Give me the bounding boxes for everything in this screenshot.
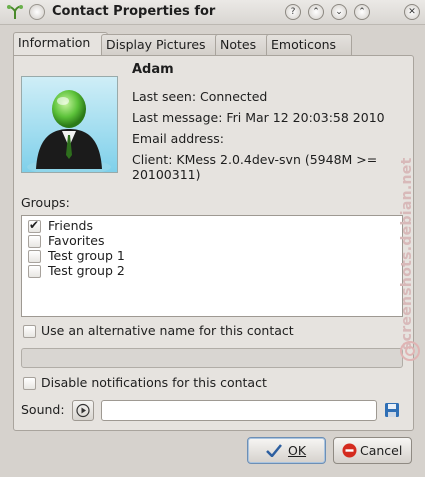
save-icon[interactable] [384,402,400,418]
check-icon [266,444,282,457]
close-button[interactable]: ✕ [404,4,420,20]
friends-checkbox[interactable] [28,218,41,233]
client-text-line2: 20100311) [132,167,201,182]
last-message-text: Last message: Fri Mar 12 20:03:58 2010 [132,110,385,125]
watermark-text: screenshots.debian.net [399,157,415,350]
contact-name: Adam [132,62,174,77]
title-bar: Contact Properties for ? ⌃ ⌄ ⌃ ✕ [0,0,425,25]
ok-label: OK [288,443,307,458]
alt-name-field[interactable] [21,348,403,368]
cancel-label: Cancel [360,443,403,458]
last-seen-text: Last seen: Connected [132,89,268,104]
disable-notifications-checkbox[interactable] [23,377,36,390]
tab-display-pictures[interactable]: Display Pictures [101,34,221,55]
alt-name-label: Use an alternative name for this contact [41,323,294,338]
tab-notes-label: Notes [220,37,257,52]
group-label: Test group 1 [48,248,125,263]
groups-list[interactable]: Friends Favorites Test group 1 Test grou… [21,215,403,317]
ok-button[interactable]: OK [247,437,326,464]
cancel-icon [342,443,357,458]
tab-emoticons[interactable]: Emoticons [266,34,352,55]
sound-label: Sound: [21,402,65,417]
group-label: Friends [48,218,93,233]
maximize-button[interactable]: ⌃ [354,4,370,20]
test-group-1-checkbox[interactable] [28,250,41,263]
group-label: Test group 2 [48,263,125,278]
play-sound-button[interactable] [72,400,94,421]
test-group-2-checkbox[interactable] [28,265,41,278]
client-text-line1: Client: KMess 2.0.4dev-svn (5948M >= [132,152,378,167]
disable-notifications-label: Disable notifications for this contact [41,375,267,390]
help-button[interactable]: ? [285,4,301,20]
keep-above-button[interactable]: ⌃ [308,4,324,20]
window-menu-button[interactable] [29,4,45,20]
groups-label: Groups: [21,195,70,210]
window-title: Contact Properties for [52,4,216,19]
tab-information-label: Information [18,35,91,50]
play-icon [76,403,90,418]
tab-notes[interactable]: Notes [215,34,272,55]
debian-swirl-icon [400,341,420,361]
tab-emoticons-label: Emoticons [271,37,337,52]
email-address-text: Email address: [132,131,224,146]
favorites-checkbox[interactable] [28,235,41,248]
group-label: Favorites [48,233,105,248]
avatar [21,76,118,173]
minimize-button[interactable]: ⌄ [331,4,347,20]
alt-name-checkbox[interactable] [23,325,36,338]
default-user-icon [27,90,111,172]
tab-information[interactable]: Information [13,32,108,55]
kmess-app-icon[interactable] [6,3,24,21]
watermark: screenshots.debian.net [395,120,425,380]
sound-file-input[interactable] [101,400,377,421]
tab-display-pictures-label: Display Pictures [106,37,206,52]
cancel-button[interactable]: Cancel [333,437,412,464]
